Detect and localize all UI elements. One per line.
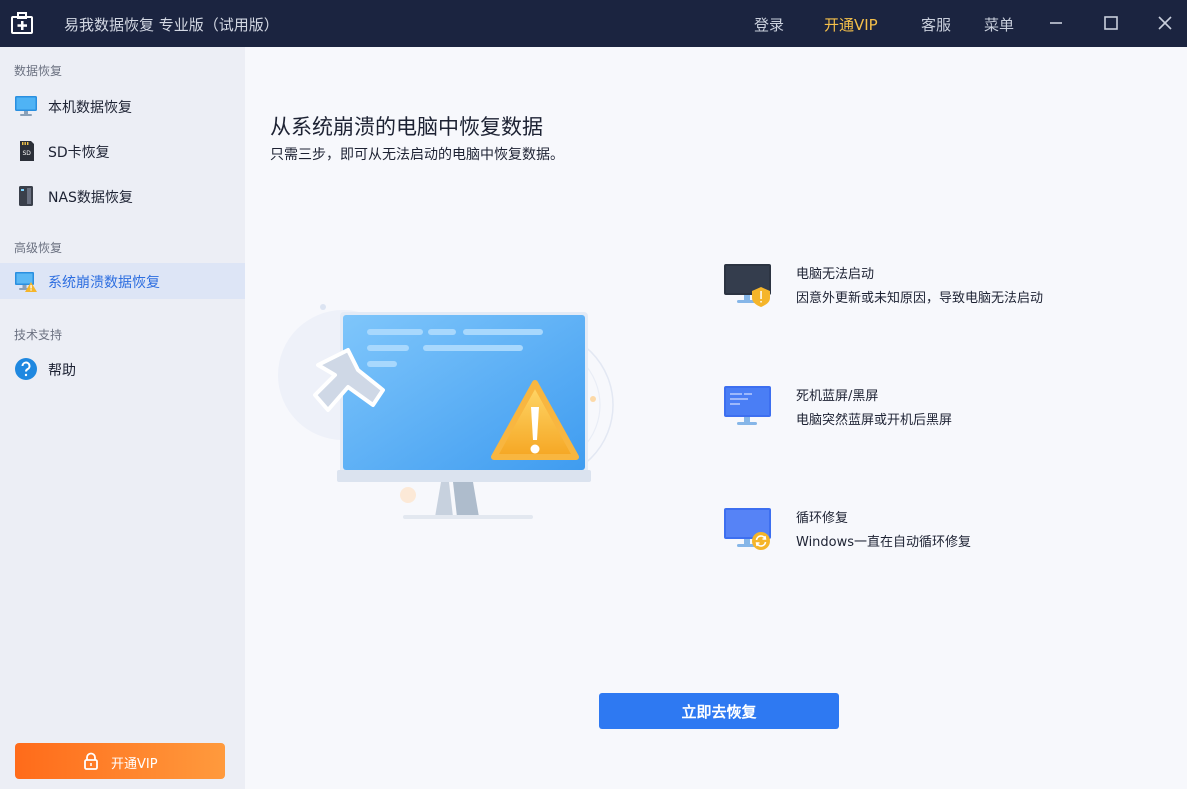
page-subtitle: 只需三步，即可从无法启动的电脑中恢复数据。 [270,147,564,163]
sidebar-vip-button[interactable]: 开通VIP [15,743,225,779]
help-icon [15,358,37,380]
monitor-warning-icon [724,264,771,307]
minimize-icon[interactable] [1042,10,1070,36]
sidebar-item-system-crash[interactable]: 系统崩溃数据恢复 [0,263,245,299]
crash-monitor-icon [15,272,37,292]
sidebar-item-label: 系统崩溃数据恢复 [48,275,160,291]
maximize-icon[interactable] [1097,10,1125,36]
feature-desc: 因意外更新或未知原因，导致电脑无法启动 [796,291,1044,306]
sidebar-item-label: 本机数据恢复 [48,100,132,116]
menu-link[interactable]: 菜单 [984,14,1014,35]
app-logo-icon [11,12,33,34]
section-label-data-recovery: 数据恢复 [14,64,63,78]
title-bar: 易我数据恢复 专业版（试用版） 登录 开通VIP 客服 菜单 [0,0,1187,47]
sidebar: 数据恢复 本机数据恢复 SD SD卡恢复 NAS数据恢复 高级恢复 系统崩溃数据… [0,47,245,789]
main-panel: 从系统崩溃的电脑中恢复数据 只需三步，即可从无法启动的电脑中恢复数据。 电脑无法… [245,47,1187,789]
section-label-tech-support: 技术支持 [14,328,63,342]
feature-desc: Windows一直在自动循环修复 [796,535,972,550]
close-icon[interactable] [1151,10,1179,36]
crash-illustration [278,304,614,519]
recover-now-button[interactable]: 立即去恢复 [599,693,839,729]
app-title: 易我数据恢复 专业版（试用版） [64,16,279,34]
feature-title: 循环修复 [796,511,849,526]
feature-cannot-boot: 电脑无法启动 因意外更新或未知原因，导致电脑无法启动 [723,263,1143,323]
feature-loop-repair: 循环修复 Windows一直在自动循环修复 [723,507,1143,567]
loop-repair-icon [724,508,771,550]
sidebar-item-nas[interactable]: NAS数据恢复 [0,178,245,214]
feature-desc: 电脑突然蓝屏或开机后黑屏 [796,413,953,428]
feature-blue-screen: 死机蓝屏/黑屏 电脑突然蓝屏或开机后黑屏 [723,385,1143,445]
feature-title: 死机蓝屏/黑屏 [796,389,879,404]
svg-text:SD: SD [23,150,32,157]
nas-icon [19,186,33,206]
lock-icon [84,752,98,770]
sidebar-item-label: 帮助 [48,363,76,379]
page-title: 从系统崩溃的电脑中恢复数据 [270,115,543,139]
blue-screen-icon [724,386,771,425]
sidebar-item-label: SD卡恢复 [48,145,110,161]
sidebar-item-local-recovery[interactable]: 本机数据恢复 [0,88,245,124]
login-link[interactable]: 登录 [754,14,784,35]
sd-card-icon: SD [20,141,34,161]
sidebar-item-label: NAS数据恢复 [48,190,133,206]
section-label-advanced-recovery: 高级恢复 [14,241,63,255]
sidebar-vip-label: 开通VIP [111,757,158,772]
feature-title: 电脑无法启动 [796,267,875,282]
vip-link[interactable]: 开通VIP [824,14,878,35]
monitor-icon [15,96,37,116]
sidebar-item-sd-card[interactable]: SD SD卡恢复 [0,133,245,169]
customer-service-link[interactable]: 客服 [921,14,951,35]
sidebar-item-help[interactable]: 帮助 [0,351,245,387]
